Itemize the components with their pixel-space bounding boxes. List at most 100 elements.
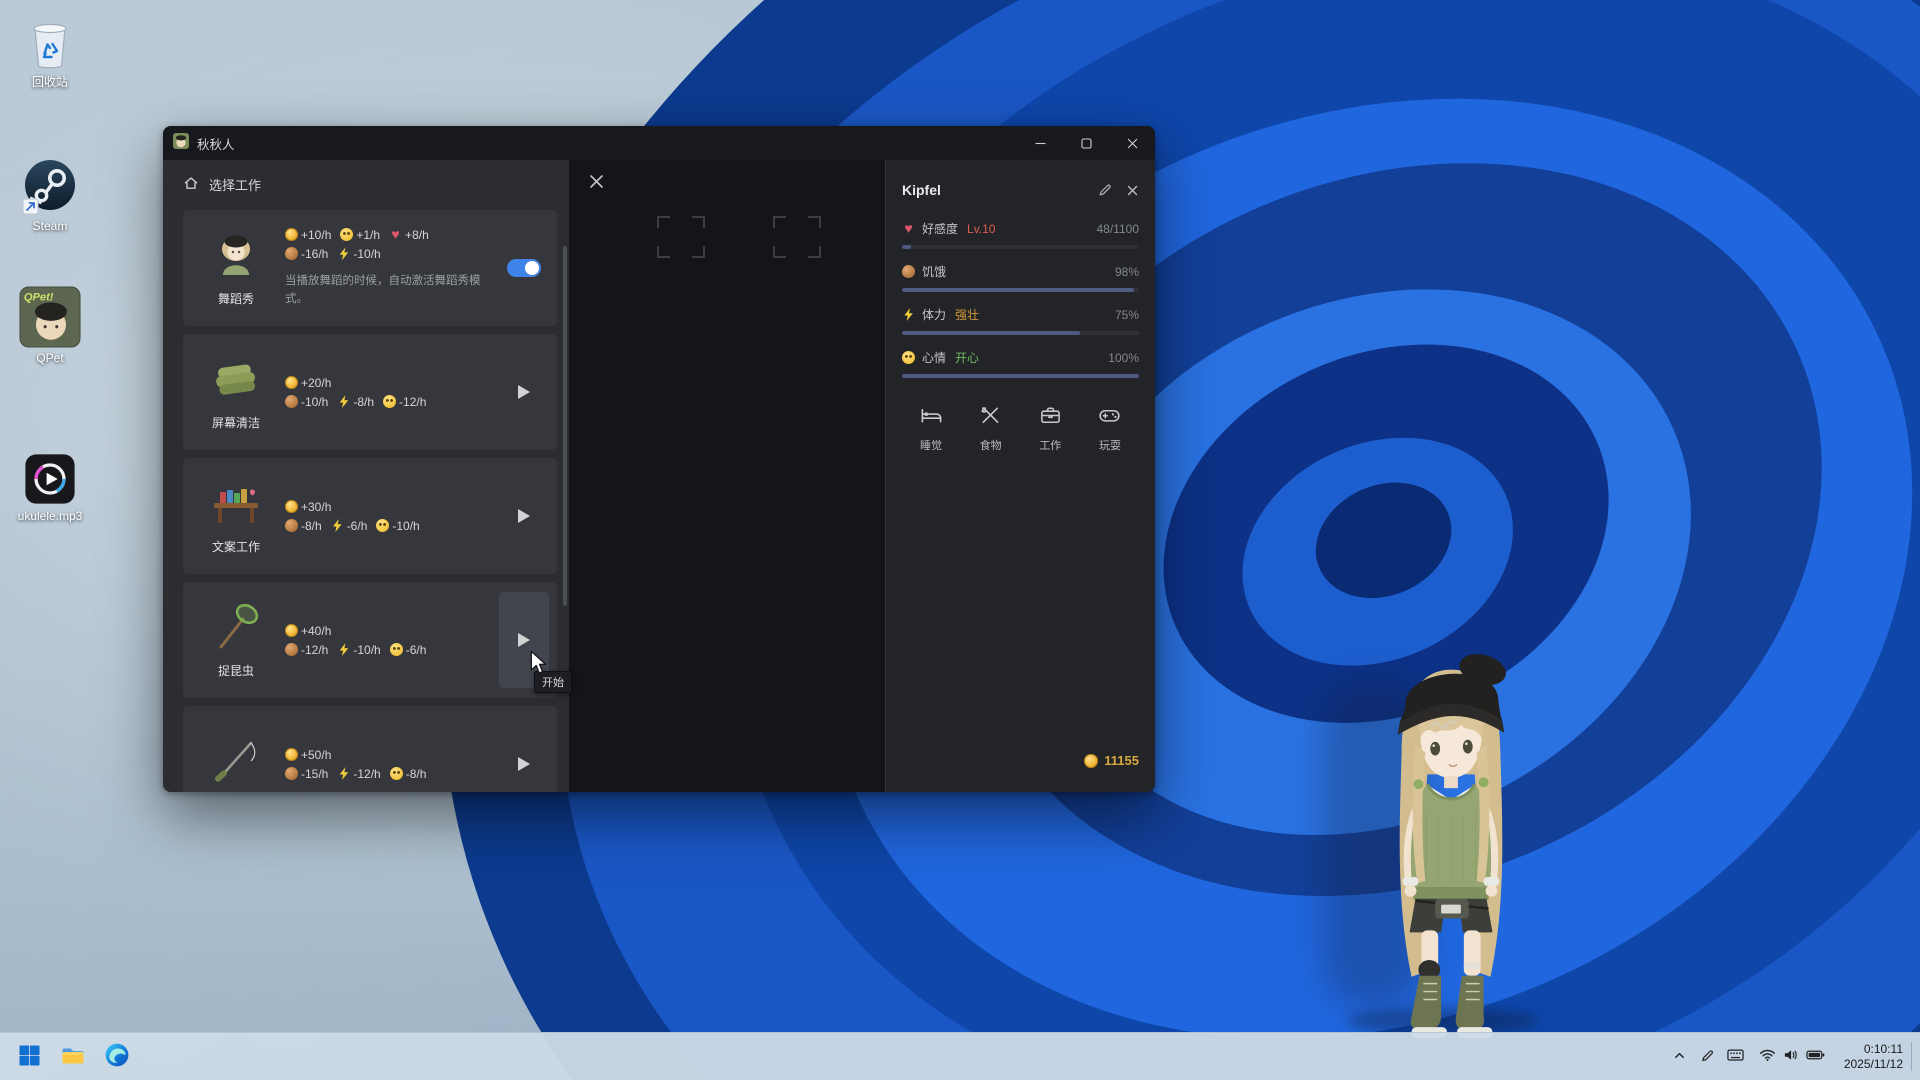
action-sleep-button[interactable]: 睡觉 — [904, 404, 958, 453]
stat-label: 心情 — [922, 349, 946, 366]
edit-pet-name-button[interactable] — [1098, 183, 1112, 197]
energy-icon — [337, 767, 350, 780]
desktop-icon-label: 回收站 — [32, 75, 68, 89]
job-name: 捉昆虫 — [218, 662, 254, 679]
pet-panel-close-button[interactable] — [1126, 183, 1139, 197]
pet-stage — [569, 160, 885, 792]
desktop-icon-ukulele[interactable]: ukulele.mp3 — [2, 446, 98, 523]
job-cost-line: -10/h-8/h-12/h — [285, 395, 499, 409]
job-card-cloth[interactable]: 屏幕清洁 +20/h -10/h-8/h-12/h — [183, 334, 557, 450]
job-name: 屏幕清洁 — [212, 414, 260, 431]
maximize-button[interactable] — [1063, 126, 1109, 160]
stat-label: 好感度 — [922, 220, 958, 237]
job-start-button[interactable] — [518, 509, 530, 523]
ukulele-icon — [23, 446, 77, 506]
show-desktop-button[interactable] — [1911, 1042, 1916, 1070]
qpet-icon: QPet! — [19, 288, 81, 348]
smile-icon — [390, 767, 403, 780]
pen-icon — [1700, 1048, 1715, 1066]
taskbar-start-button[interactable] — [10, 1038, 48, 1076]
desktop-icon-qpet[interactable]: QPet!QPet — [2, 288, 98, 365]
window-title: 秋秋人 — [197, 134, 235, 153]
coin-icon — [285, 376, 298, 389]
job-gain-line: +50/h — [285, 748, 499, 762]
job-card-rod[interactable]: +50/h -15/h-12/h-8/h — [183, 706, 557, 792]
stat-amount: 98% — [1115, 265, 1139, 279]
taskbar-edge-button[interactable] — [98, 1038, 136, 1076]
taskbar-explorer-button[interactable] — [54, 1038, 92, 1076]
smile-icon — [340, 228, 353, 241]
action-work-button[interactable]: 工作 — [1023, 404, 1077, 453]
job-gain-line: +30/h — [285, 500, 499, 514]
job-panel-title: 选择工作 — [209, 175, 261, 194]
coin-icon — [1084, 754, 1098, 768]
stat-mood: 心情开心100% — [902, 349, 1139, 378]
smile-icon — [383, 395, 396, 408]
tray-pen-button[interactable] — [1694, 1038, 1722, 1076]
stat-affection: 好感度Lv.1048/1100 — [902, 220, 1139, 249]
job-auto-toggle[interactable] — [507, 259, 541, 277]
close-button[interactable] — [1109, 126, 1155, 160]
gamepad-icon — [1098, 404, 1121, 430]
stat-bar — [902, 331, 1139, 335]
home-icon — [183, 175, 199, 194]
job-thumb-cloth — [210, 353, 262, 405]
job-gain-line: +20/h — [285, 376, 499, 390]
stat-label: 饥饿 — [922, 263, 946, 280]
play-icon — [518, 633, 530, 647]
play-icon — [518, 509, 530, 523]
job-card-net[interactable]: 捉昆虫+40/h-12/h-10/h-6/h — [183, 582, 557, 698]
tray-touch-keyboard-button[interactable] — [1722, 1038, 1750, 1076]
coin-icon — [285, 500, 298, 513]
desktop-pet-character[interactable] — [1372, 636, 1530, 1041]
job-thumb-dance — [210, 229, 262, 281]
touch-keyboard-icon — [1727, 1048, 1744, 1065]
clock[interactable]: 0:10:11 2025/11/12 — [1834, 1042, 1911, 1072]
smile-icon — [376, 519, 389, 532]
job-cost-line: -16/h-10/h — [285, 247, 499, 261]
focus-frame — [657, 216, 705, 258]
tray-chevron-up-button[interactable] — [1666, 1038, 1694, 1076]
action-play-button[interactable]: 玩耍 — [1083, 404, 1137, 453]
job-card-desk[interactable]: 文案工作+30/h-8/h-6/h-10/h — [183, 458, 557, 574]
stat-stamina: 体力强壮75% — [902, 306, 1139, 335]
stat-bar — [902, 245, 1139, 249]
focus-frame — [773, 216, 821, 258]
stage-close-button[interactable] — [585, 170, 607, 192]
job-description: 当播放舞蹈的时候，自动激活舞蹈秀模式。 — [285, 273, 499, 309]
job-panel-header: 选择工作 — [163, 160, 569, 208]
money-display: 11155 — [1084, 753, 1139, 768]
stat-amount: 48/1100 — [1097, 222, 1140, 236]
volume-icon — [1783, 1048, 1799, 1065]
titlebar[interactable]: 秋秋人 — [163, 126, 1155, 160]
energy-icon — [337, 643, 350, 656]
action-food-button[interactable]: 食物 — [964, 404, 1018, 453]
meat-icon — [285, 643, 298, 656]
money-amount: 11155 — [1104, 753, 1139, 768]
battery-icon — [1806, 1049, 1825, 1064]
scrollbar-thumb[interactable] — [563, 246, 567, 606]
job-start-button[interactable] — [518, 633, 530, 647]
desktop-icon-recycle-bin[interactable]: 回收站 — [2, 12, 98, 89]
job-start-button[interactable] — [518, 757, 530, 771]
pet-name: Kipfel — [902, 182, 941, 198]
coin-icon — [285, 228, 298, 241]
heart-icon — [389, 228, 402, 241]
energy-icon — [902, 308, 915, 321]
minimize-button[interactable] — [1017, 126, 1063, 160]
quick-settings-button[interactable] — [1750, 1038, 1834, 1076]
meat-icon — [285, 767, 298, 780]
meat-icon — [285, 395, 298, 408]
job-cost-line: -15/h-12/h-8/h — [285, 767, 499, 781]
desktop-icon-steam[interactable]: Steam — [2, 156, 98, 233]
coin-icon — [285, 748, 298, 761]
job-gain-line: +40/h — [285, 624, 499, 638]
time: 0:10:11 — [1844, 1042, 1903, 1057]
utensils-icon — [979, 404, 1002, 430]
action-label: 工作 — [1039, 437, 1061, 453]
job-thumb-rod — [210, 734, 262, 786]
job-card-dance[interactable]: 舞蹈秀+10/h+1/h+8/h-16/h-10/h当播放舞蹈的时候，自动激活舞… — [183, 210, 557, 326]
play-icon — [518, 385, 530, 399]
play-icon — [518, 757, 530, 771]
job-start-button[interactable] — [518, 385, 530, 399]
